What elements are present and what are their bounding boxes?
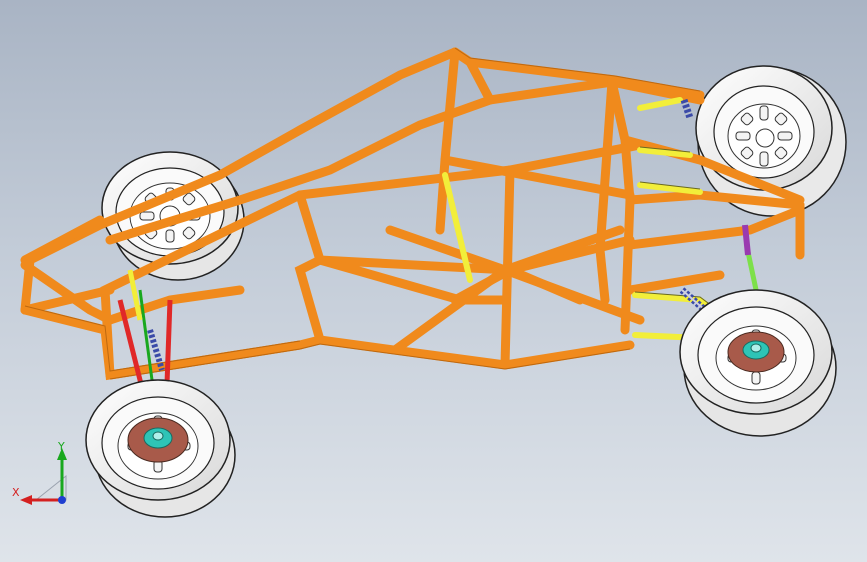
- chassis-model[interactable]: [0, 0, 867, 562]
- coordinate-triad: Y X: [12, 440, 67, 505]
- x-axis-label: X: [12, 486, 20, 499]
- y-axis-label: Y: [57, 440, 65, 453]
- shock-absorber-top: [680, 98, 694, 120]
- front-right-wheel[interactable]: [85, 379, 236, 518]
- rear-left-wheel[interactable]: [679, 289, 837, 437]
- x-axis-arrowhead: [20, 495, 32, 505]
- graphics-viewport[interactable]: Y X: [0, 0, 867, 562]
- z-axis-dot: [58, 496, 66, 504]
